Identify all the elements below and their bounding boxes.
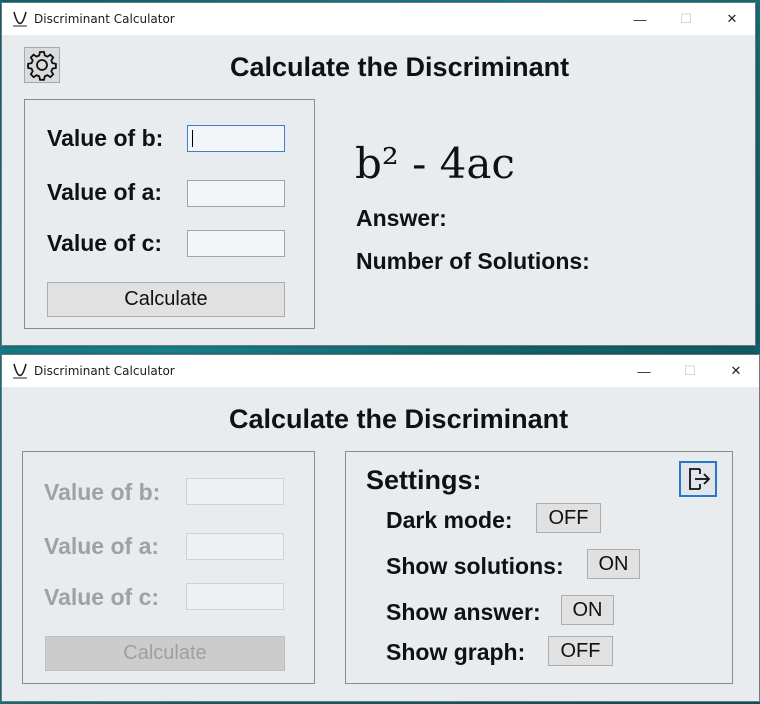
toggle-show-graph[interactable]: OFF xyxy=(548,636,613,666)
label-value-b: Value of b: xyxy=(44,479,161,505)
label-value-c: Value of c: xyxy=(44,584,160,610)
setting-label-show-graph: Show graph: xyxy=(386,639,526,665)
window-title: Discriminant Calculator xyxy=(34,12,175,26)
setting-label-dark-mode: Dark mode: xyxy=(386,507,513,533)
page-title: Calculate the Discriminant xyxy=(229,404,569,434)
answer-label: Answer: xyxy=(356,205,447,231)
label-value-b: Value of b: xyxy=(47,125,164,151)
input-value-a xyxy=(186,533,284,560)
label-value-a: Value of a: xyxy=(44,533,160,559)
close-button[interactable]: ✕ xyxy=(713,355,759,387)
window-title: Discriminant Calculator xyxy=(34,364,175,378)
toggle-dark-mode[interactable]: OFF xyxy=(536,503,601,533)
input-value-c xyxy=(186,583,284,610)
minimize-button[interactable]: — xyxy=(621,355,667,387)
setting-label-show-solutions: Show solutions: xyxy=(386,553,564,579)
calculate-button[interactable]: Calculate xyxy=(47,282,285,317)
input-value-b[interactable] xyxy=(187,125,285,152)
label-value-c: Value of c: xyxy=(47,230,163,256)
title-bar[interactable]: Discriminant Calculator — ☐ ✕ xyxy=(2,3,755,35)
page-title: Calculate the Discriminant xyxy=(230,52,570,82)
discriminant-formula: b² - 4ac xyxy=(355,139,515,188)
settings-button[interactable] xyxy=(24,47,60,83)
text-caret xyxy=(192,130,193,147)
close-button[interactable]: ✕ xyxy=(709,3,755,35)
gear-icon xyxy=(27,51,57,81)
input-value-b xyxy=(186,478,284,505)
input-value-a[interactable] xyxy=(187,180,285,207)
maximize-button[interactable]: ☐ xyxy=(663,3,709,35)
input-value-c[interactable] xyxy=(187,230,285,257)
exit-settings-button[interactable] xyxy=(679,461,717,497)
app-parabola-icon xyxy=(13,363,27,379)
minimize-button[interactable]: — xyxy=(617,3,663,35)
exit-icon xyxy=(689,468,711,490)
maximize-button[interactable]: ☐ xyxy=(667,355,713,387)
settings-title: Settings: xyxy=(366,465,482,495)
app-parabola-icon xyxy=(13,11,27,27)
label-value-a: Value of a: xyxy=(47,179,163,205)
setting-label-show-answer: Show answer: xyxy=(386,599,541,625)
title-bar[interactable]: Discriminant Calculator — ☐ ✕ xyxy=(2,355,759,387)
toggle-show-solutions[interactable]: ON xyxy=(587,549,640,579)
solutions-count-label: Number of Solutions: xyxy=(356,248,590,274)
toggle-show-answer[interactable]: ON xyxy=(561,595,614,625)
calculate-button-disabled: Calculate xyxy=(45,636,285,671)
